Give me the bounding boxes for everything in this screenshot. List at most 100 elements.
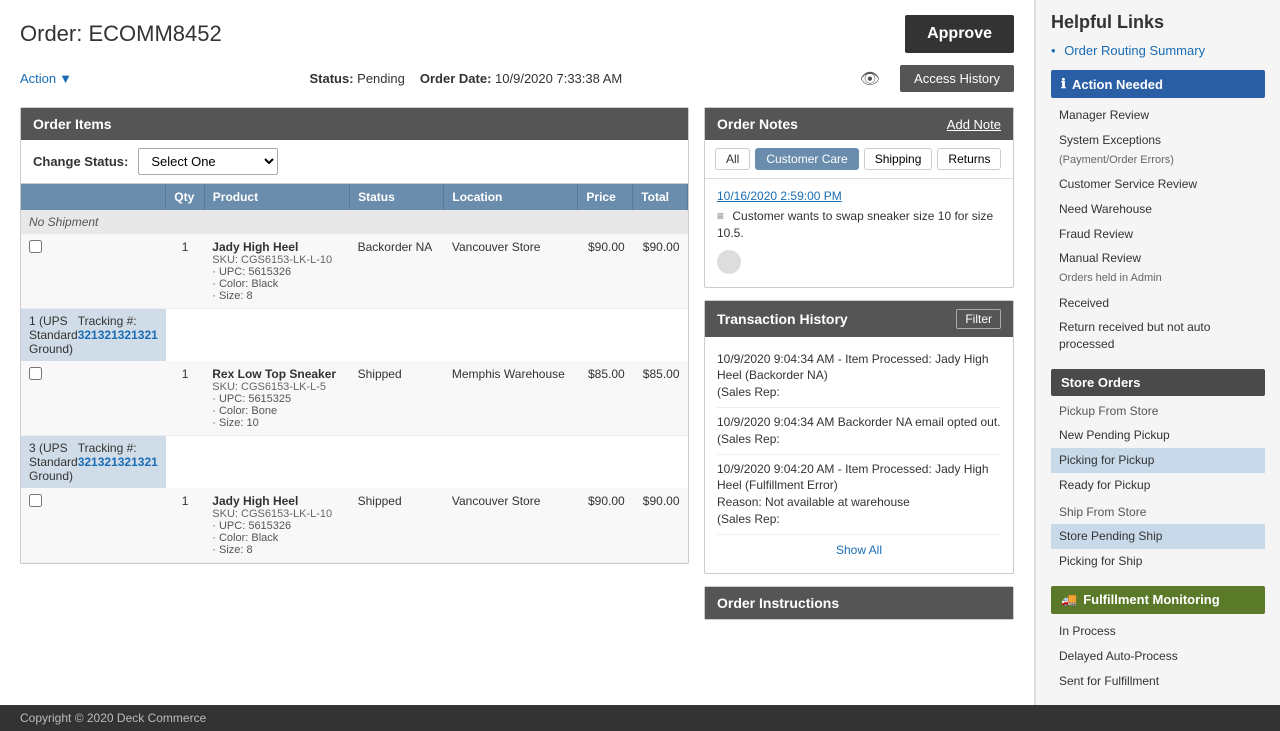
show-all-link[interactable]: Show All bbox=[717, 535, 1001, 565]
filter-button[interactable]: Filter bbox=[956, 309, 1001, 329]
add-note-button[interactable]: Add Note bbox=[947, 117, 1001, 132]
footer: Copyright © 2020 Deck Commerce bbox=[0, 705, 1280, 731]
sidebar-item-action-needed-2[interactable]: Customer Service Review bbox=[1051, 172, 1265, 197]
item-checkbox[interactable] bbox=[29, 240, 42, 253]
change-status-select[interactable]: Select One bbox=[138, 148, 278, 175]
sidebar-order-routing-link[interactable]: Order Routing Summary bbox=[1064, 43, 1205, 58]
product-name: Rex Low Top Sneaker bbox=[212, 367, 341, 381]
order-date-value: 10/9/2020 7:33:38 AM bbox=[495, 71, 622, 86]
no-shipment-row: No Shipment bbox=[21, 210, 688, 234]
sidebar-sub-item-1[interactable]: Picking for Pickup bbox=[1051, 448, 1265, 473]
row-location: Memphis Warehouse bbox=[444, 361, 578, 436]
order-instructions-box: Order Instructions bbox=[704, 586, 1014, 620]
status-area: Status: Pending Order Date: 10/9/2020 7:… bbox=[92, 71, 840, 86]
sidebar-item-action-needed-3[interactable]: Need Warehouse bbox=[1051, 197, 1265, 222]
tab-shipping[interactable]: Shipping bbox=[864, 148, 933, 170]
shipment-label: 3 (UPS Standard Ground) bbox=[29, 441, 78, 483]
item-checkbox[interactable] bbox=[29, 494, 42, 507]
sidebar-link-item: • Order Routing Summary bbox=[1051, 43, 1265, 58]
note-body: Customer wants to swap sneaker size 10 f… bbox=[717, 209, 993, 240]
product-name: Jady High Heel bbox=[212, 494, 341, 508]
product-size: · Size: 8 bbox=[212, 290, 341, 302]
tab-returns[interactable]: Returns bbox=[937, 148, 1001, 170]
row-status: Shipped bbox=[350, 361, 444, 436]
col-checkbox bbox=[21, 184, 166, 210]
product-sku: SKU: CGS6153-LK-L-5 bbox=[212, 381, 341, 393]
sidebar-item-sub-action-needed-5: Orders held in Admin bbox=[1051, 271, 1265, 290]
sidebar-section-header-store-orders: Store Orders bbox=[1051, 369, 1265, 396]
shipment-header-row: 3 (UPS Standard Ground) Tracking #: 3213… bbox=[21, 436, 688, 489]
transaction-item: 10/9/2020 9:04:34 AM - Item Processed: J… bbox=[717, 345, 1001, 408]
sidebar-item-fulfillment-2[interactable]: Sent for Fulfillment bbox=[1051, 669, 1265, 694]
order-date-label: Order Date: 10/9/2020 7:33:38 AM bbox=[420, 71, 622, 86]
sidebar-item-action-needed-0[interactable]: Manager Review bbox=[1051, 103, 1265, 128]
sidebar-item-action-needed-7[interactable]: Return received but not auto processed bbox=[1051, 315, 1265, 357]
row-qty: 1 bbox=[166, 488, 204, 563]
action-button[interactable]: Action ▼ bbox=[20, 71, 72, 86]
row-product: Jady High Heel SKU: CGS6153-LK-L-10 · UP… bbox=[204, 234, 349, 309]
row-price: $90.00 bbox=[578, 234, 633, 309]
action-label: Action bbox=[20, 71, 56, 86]
sidebar-section-action-needed: ℹAction Needed Manager ReviewSystem Excep… bbox=[1051, 70, 1265, 357]
transaction-header: Transaction History Filter bbox=[705, 301, 1013, 337]
avatar bbox=[717, 250, 741, 274]
note-icon: ≡ bbox=[717, 209, 724, 223]
sidebar-section-header-action-needed: ℹAction Needed bbox=[1051, 70, 1265, 98]
change-status-bar: Change Status: Select One bbox=[21, 140, 688, 184]
right-column: Order Notes Add Note All Customer Care S… bbox=[704, 107, 1014, 620]
eye-icon[interactable]: 👁 bbox=[860, 69, 880, 89]
sidebar-sub-item-1[interactable]: Picking for Ship bbox=[1051, 549, 1265, 574]
sidebar-item-action-needed-6[interactable]: Received bbox=[1051, 291, 1265, 316]
shipment-tracking: Tracking #: 321321321321 bbox=[78, 314, 158, 356]
product-size: · Size: 10 bbox=[212, 417, 341, 429]
sidebar-item-fulfillment-0[interactable]: In Process bbox=[1051, 619, 1265, 644]
sidebar-title: Helpful Links bbox=[1051, 12, 1265, 33]
sidebar-item-action-needed-1[interactable]: System Exceptions bbox=[1051, 128, 1265, 153]
row-price: $85.00 bbox=[578, 361, 633, 436]
content-columns: Order Items Change Status: Select One Qt… bbox=[20, 107, 1014, 620]
tracking-link[interactable]: 321321321321 bbox=[78, 328, 158, 342]
sidebar-item-action-needed-4[interactable]: Fraud Review bbox=[1051, 222, 1265, 247]
order-items-header: Order Items bbox=[21, 108, 688, 140]
tracking-link[interactable]: 321321321321 bbox=[78, 455, 158, 469]
row-checkbox bbox=[21, 488, 166, 563]
sidebar-sub-item-2[interactable]: Ready for Pickup bbox=[1051, 473, 1265, 498]
store-orders-header-label: Store Orders bbox=[1061, 375, 1140, 390]
row-checkbox bbox=[21, 234, 166, 309]
row-price: $90.00 bbox=[578, 488, 633, 563]
notes-tabs: All Customer Care Shipping Returns bbox=[705, 140, 1013, 179]
approve-button[interactable]: Approve bbox=[905, 15, 1014, 53]
sidebar-sub-item-0[interactable]: New Pending Pickup bbox=[1051, 423, 1265, 448]
tab-all[interactable]: All bbox=[715, 148, 750, 170]
sidebar-sub-item-0[interactable]: Store Pending Ship bbox=[1051, 524, 1265, 549]
row-location: Vancouver Store bbox=[444, 488, 578, 563]
fulfillment-icon: 🚚 bbox=[1061, 592, 1077, 608]
order-items-title: Order Items bbox=[33, 116, 112, 132]
sidebar-section-header-fulfillment: 🚚Fulfillment Monitoring bbox=[1051, 586, 1265, 614]
note-date[interactable]: 10/16/2020 2:59:00 PM bbox=[717, 189, 1001, 203]
sidebar: Helpful Links • Order Routing Summary ℹA… bbox=[1035, 0, 1280, 705]
access-history-button[interactable]: Access History bbox=[900, 65, 1014, 92]
col-product: Product bbox=[204, 184, 349, 210]
status-value: Pending bbox=[357, 71, 405, 86]
sidebar-sub-section-label: Ship From Store bbox=[1051, 502, 1265, 522]
transaction-title: Transaction History bbox=[717, 311, 848, 327]
order-items-box: Order Items Change Status: Select One Qt… bbox=[20, 107, 689, 564]
tab-customer-care[interactable]: Customer Care bbox=[755, 148, 858, 170]
sidebar-section-fulfillment: 🚚Fulfillment Monitoring In ProcessDelayed… bbox=[1051, 586, 1265, 693]
row-location: Vancouver Store bbox=[444, 234, 578, 309]
instructions-header: Order Instructions bbox=[705, 587, 1013, 619]
row-qty: 1 bbox=[166, 361, 204, 436]
shipment-label: 1 (UPS Standard Ground) bbox=[29, 314, 78, 356]
item-checkbox[interactable] bbox=[29, 367, 42, 380]
sidebar-item-action-needed-5[interactable]: Manual Review bbox=[1051, 246, 1265, 271]
order-notes-box: Order Notes Add Note All Customer Care S… bbox=[704, 107, 1014, 288]
action-needed-header-label: Action Needed bbox=[1072, 77, 1163, 92]
shipment-header-row: 1 (UPS Standard Ground) Tracking #: 3213… bbox=[21, 309, 688, 362]
product-color: · Color: Bone bbox=[212, 405, 341, 417]
row-status: Backorder NA bbox=[350, 234, 444, 309]
order-id: ECOMM8452 bbox=[88, 21, 221, 46]
transaction-content: 10/9/2020 9:04:34 AM - Item Processed: J… bbox=[705, 337, 1013, 573]
col-status: Status bbox=[350, 184, 444, 210]
sidebar-item-fulfillment-1[interactable]: Delayed Auto-Process bbox=[1051, 644, 1265, 669]
